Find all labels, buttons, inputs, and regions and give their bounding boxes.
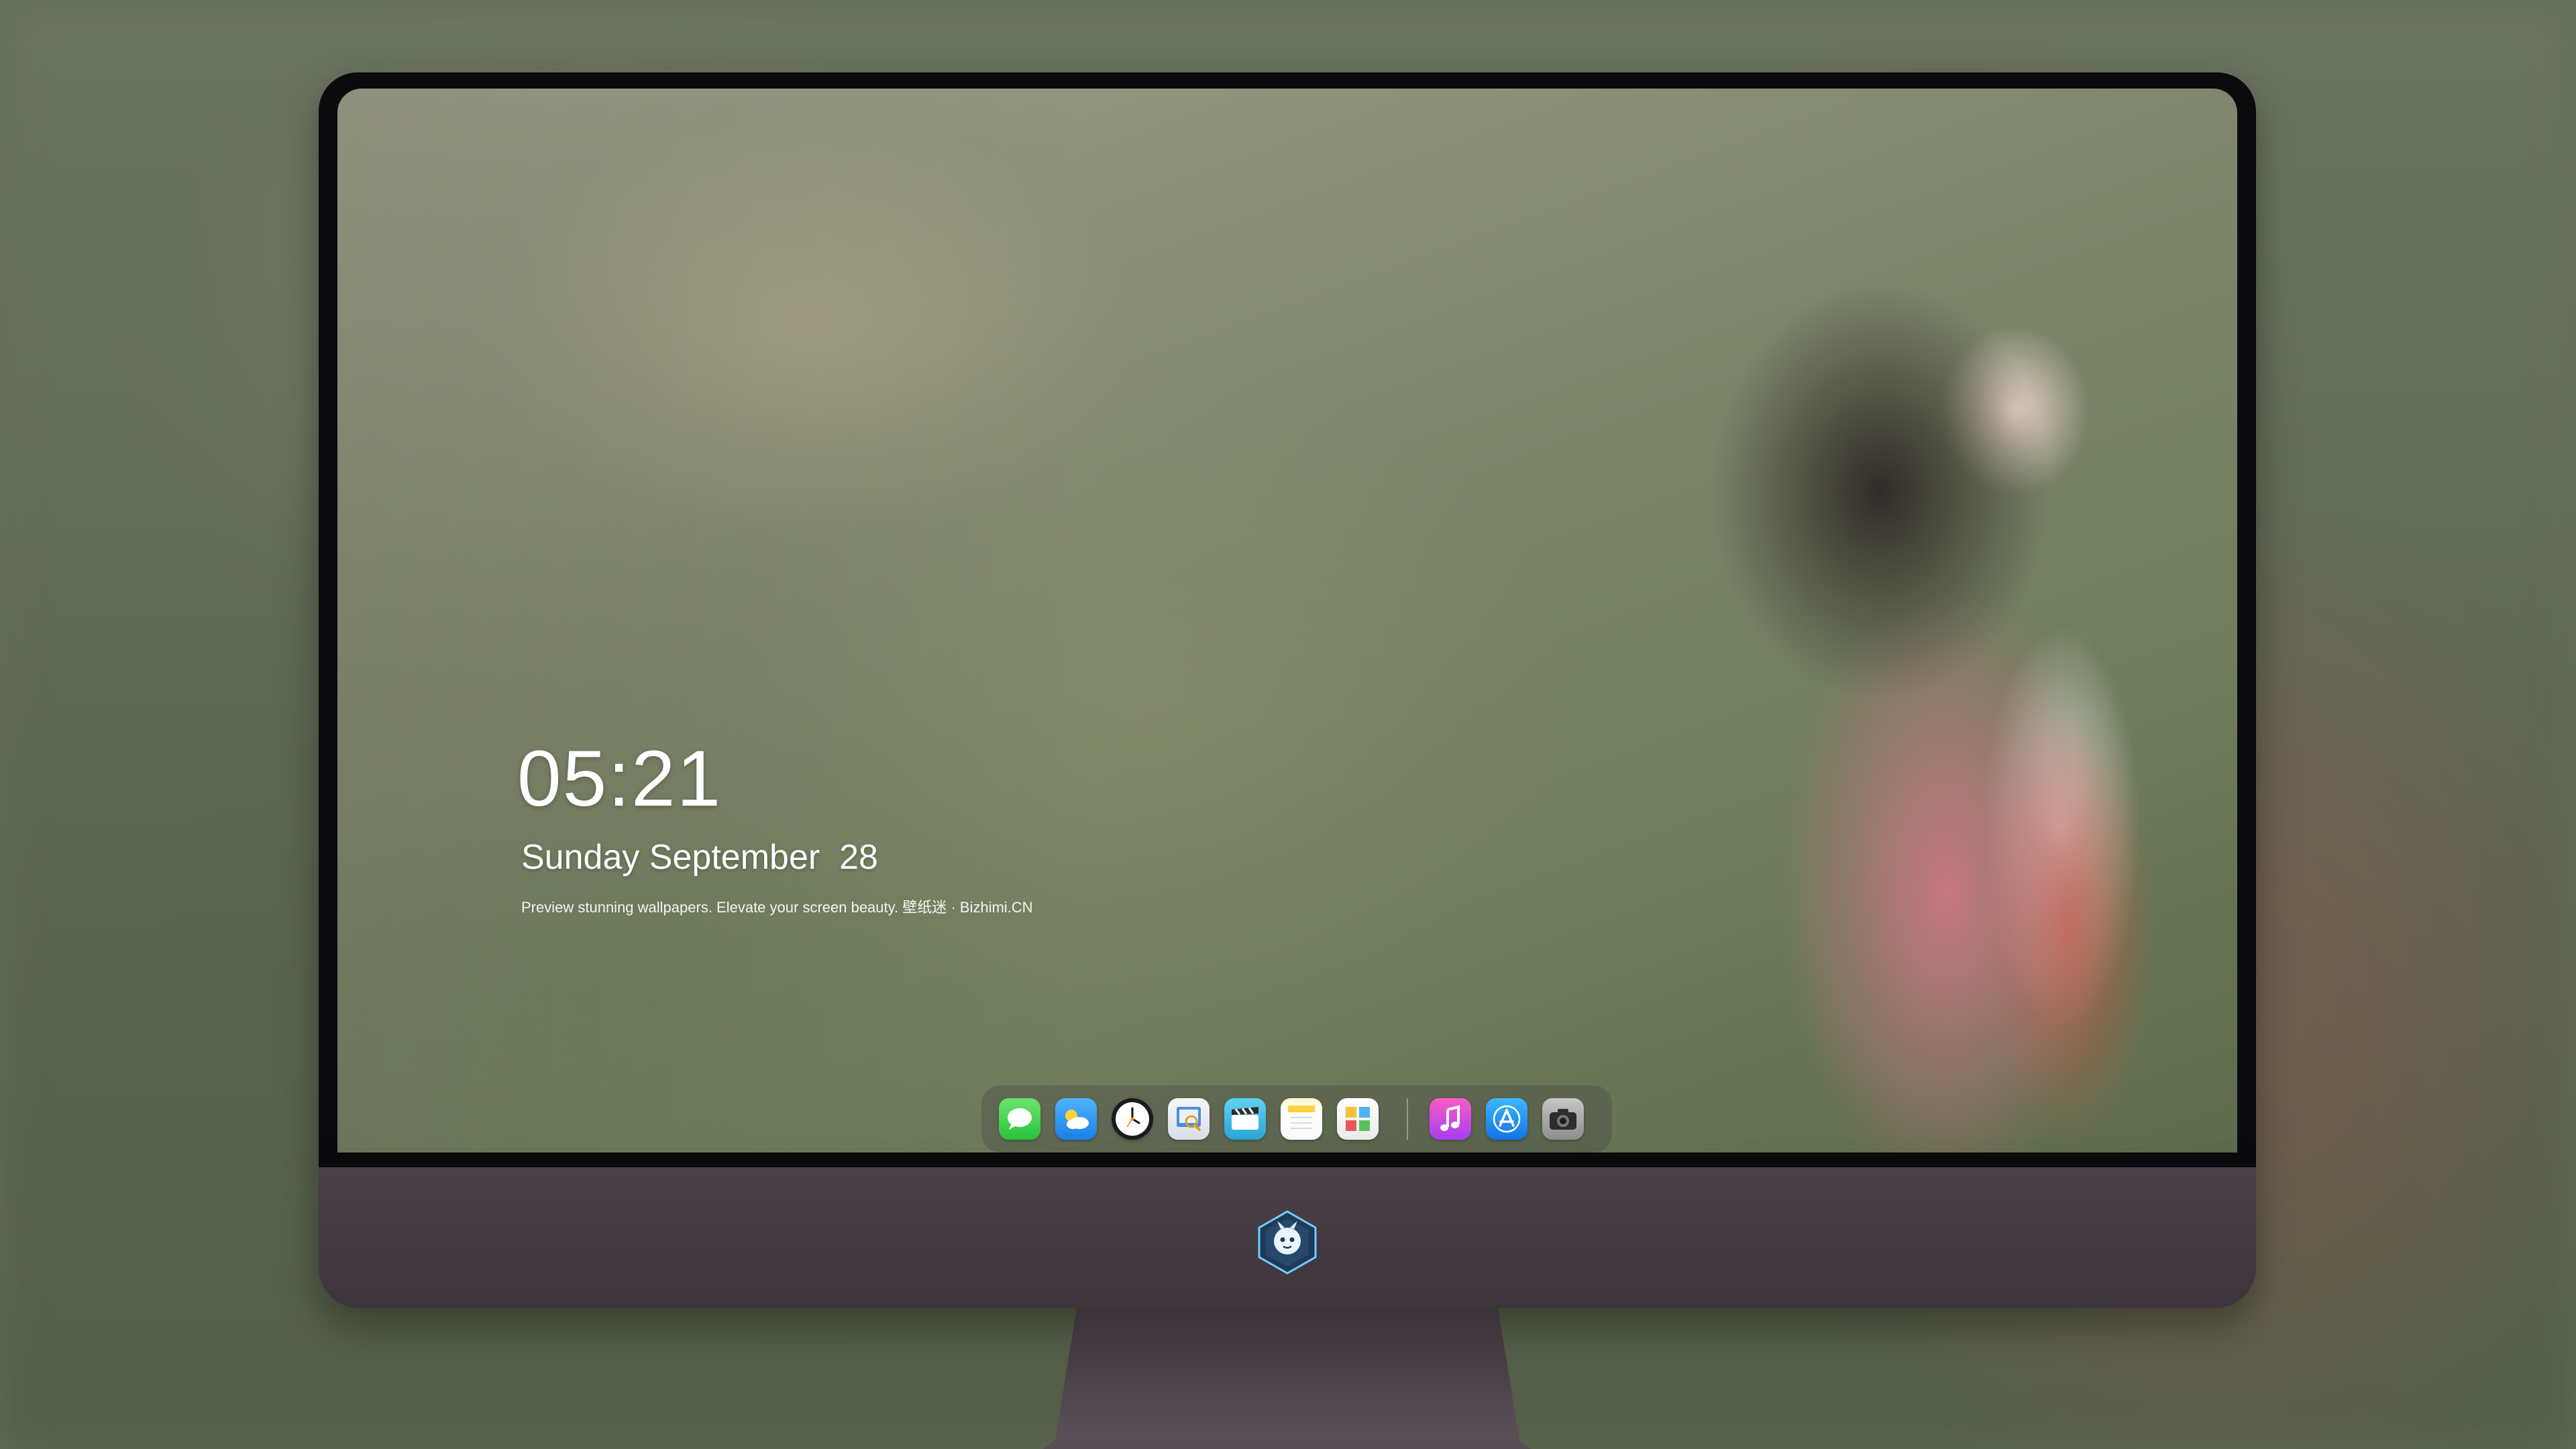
monitor-bezel: 05:21 Sunday September 28 Preview stunni…	[319, 72, 2256, 1167]
desktop-screen: 05:21 Sunday September 28 Preview stunni…	[337, 89, 2237, 1152]
music-note-icon[interactable]	[1430, 1098, 1471, 1140]
dock-separator	[1407, 1098, 1408, 1140]
monitor-chin	[319, 1167, 2256, 1308]
camera-icon[interactable]	[1542, 1098, 1584, 1140]
lock-screen-date: Sunday September 28	[521, 838, 878, 877]
lock-screen-time: 05:21	[517, 735, 722, 823]
weather-icon[interactable]	[1055, 1098, 1097, 1140]
messages-icon[interactable]	[999, 1098, 1040, 1140]
preview-icon[interactable]	[1168, 1098, 1210, 1140]
brand-logo-icon	[1258, 1210, 1317, 1275]
notes-icon[interactable]	[1281, 1098, 1322, 1140]
monitor-stand	[1042, 1308, 1532, 1449]
clapperboard-icon[interactable]	[1224, 1098, 1266, 1140]
photos-icon[interactable]	[1337, 1098, 1379, 1140]
monitor: 05:21 Sunday September 28 Preview stunni…	[319, 72, 2256, 1449]
app-store-icon[interactable]	[1486, 1098, 1527, 1140]
dock	[981, 1085, 1612, 1152]
wallpaper-tagline: Preview stunning wallpapers. Elevate you…	[521, 899, 1033, 916]
clock-icon[interactable]	[1112, 1098, 1153, 1140]
